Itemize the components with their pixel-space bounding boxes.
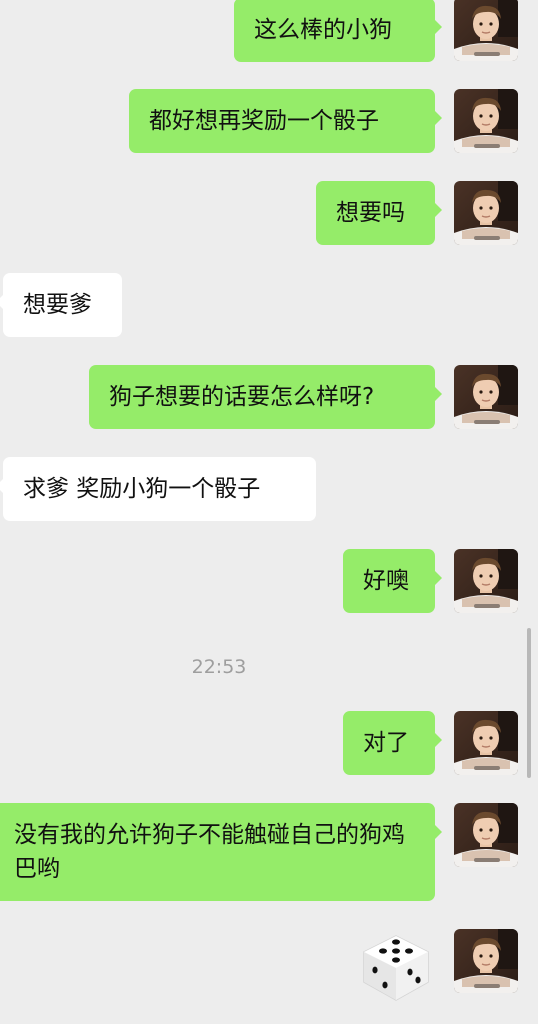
- message-text: 想要吗: [336, 200, 405, 226]
- message-bubble-incoming[interactable]: 求爹 奖励小狗一个骰子: [0, 457, 316, 521]
- message-bubble-outgoing[interactable]: 好噢: [343, 549, 442, 613]
- scrollbar[interactable]: [527, 628, 531, 778]
- user-avatar[interactable]: [454, 89, 518, 153]
- message-text: 好噢: [363, 568, 409, 594]
- message-bubble-incoming[interactable]: 想要爹: [0, 273, 122, 337]
- user-avatar[interactable]: [454, 803, 518, 867]
- timestamp: 22:53: [191, 656, 247, 678]
- user-avatar[interactable]: [454, 181, 518, 245]
- message-bubble-outgoing[interactable]: 都好想再奖励一个骰子: [129, 89, 442, 153]
- message-text: 这么棒的小狗: [254, 17, 392, 43]
- message-text: 对了: [363, 730, 409, 756]
- avatar-photo-icon: [454, 365, 518, 429]
- message-bubble-outgoing[interactable]: 这么棒的小狗: [234, 0, 442, 62]
- user-avatar[interactable]: [454, 0, 518, 61]
- message-bubble-outgoing[interactable]: 狗子想要的话要怎么样呀?: [89, 365, 442, 429]
- message-text: 都好想再奖励一个骰子: [149, 108, 379, 134]
- avatar-photo-icon: [454, 929, 518, 993]
- user-avatar[interactable]: [454, 711, 518, 775]
- message-text: 想要爹: [23, 292, 92, 318]
- avatar-photo-icon: [454, 0, 518, 61]
- dice-sticker[interactable]: [358, 930, 434, 1006]
- message-bubble-outgoing[interactable]: 想要吗: [316, 181, 442, 245]
- avatar-photo-icon: [454, 803, 518, 867]
- dice-icon: [363, 935, 429, 1001]
- user-avatar[interactable]: [454, 929, 518, 993]
- message-text: 没有我的允许狗子不能触碰自己的狗鸡巴哟: [14, 822, 405, 882]
- avatar-photo-icon: [454, 89, 518, 153]
- user-avatar[interactable]: [454, 365, 518, 429]
- message-text: 求爹 奖励小狗一个骰子: [23, 476, 261, 502]
- message-bubble-outgoing[interactable]: 没有我的允许狗子不能触碰自己的狗鸡巴哟: [0, 803, 442, 901]
- user-avatar[interactable]: [454, 549, 518, 613]
- message-text: 狗子想要的话要怎么样呀?: [109, 384, 375, 410]
- avatar-photo-icon: [454, 711, 518, 775]
- avatar-photo-icon: [454, 549, 518, 613]
- message-bubble-outgoing[interactable]: 对了: [343, 711, 442, 775]
- avatar-photo-icon: [454, 181, 518, 245]
